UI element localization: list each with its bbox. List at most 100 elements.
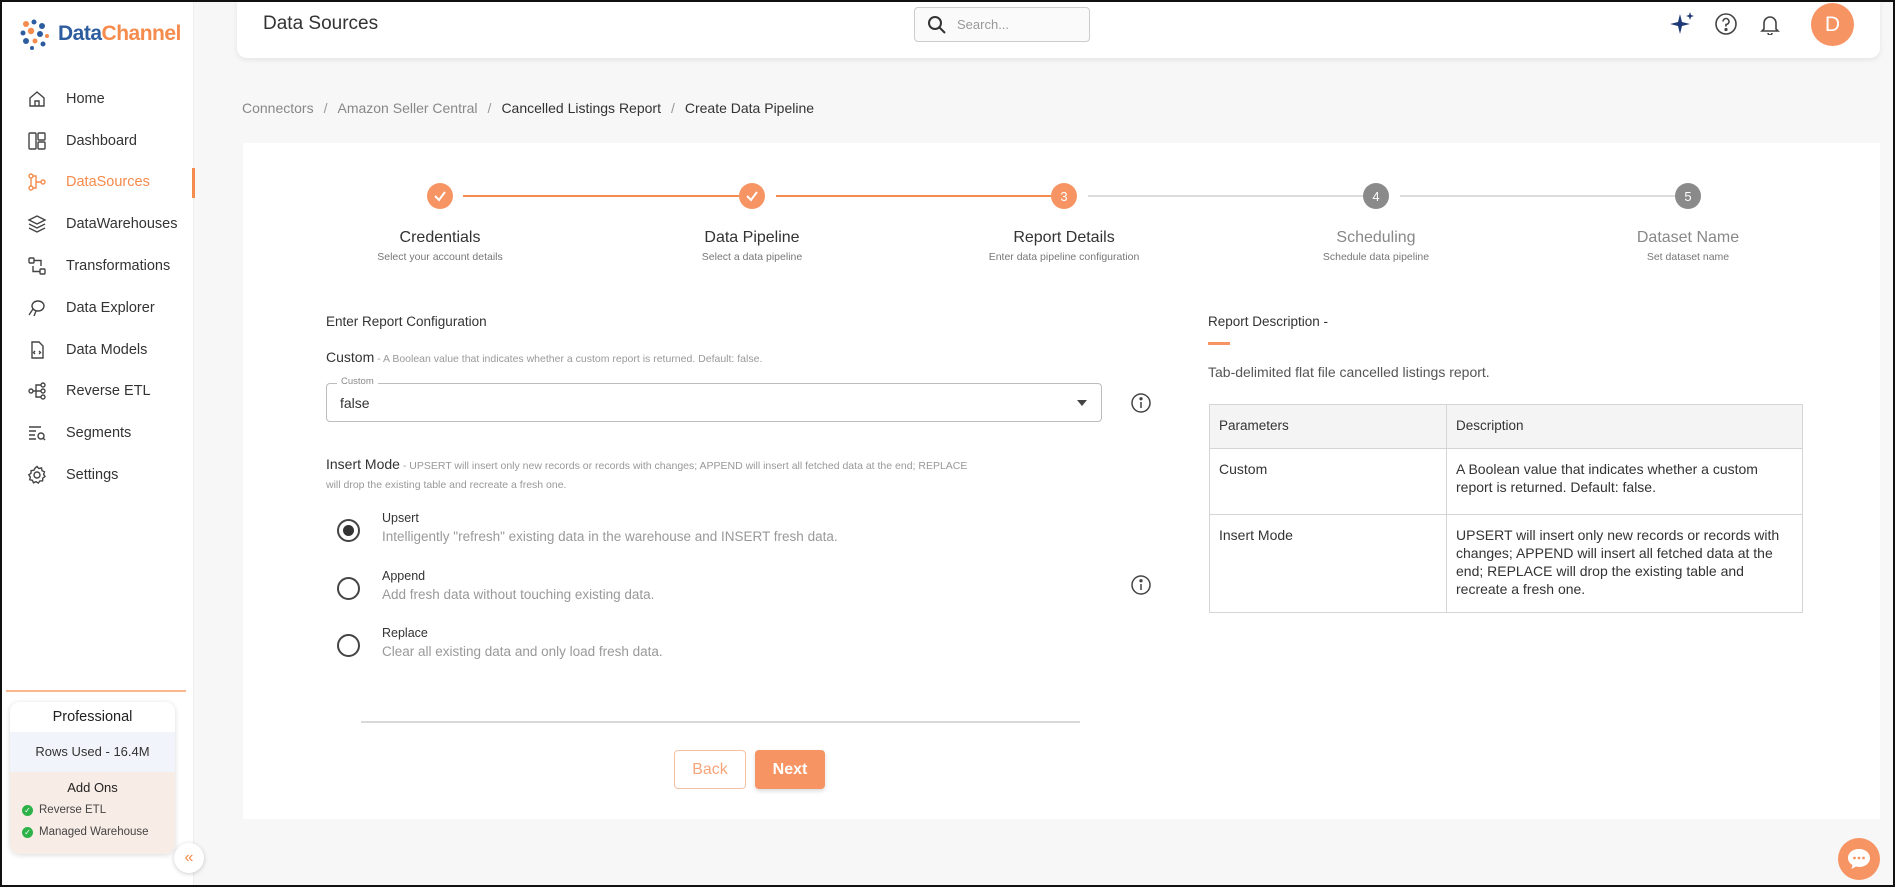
custom-label: Custom [326,349,375,365]
logo-text-data: Data [58,22,102,45]
logo[interactable]: DataChannel [16,16,181,52]
insert-mode-hint-cont: will drop the existing table and recreat… [326,479,567,491]
breadcrumb: Connectors / Amazon Seller Central / Can… [242,100,814,116]
search-icon [928,15,946,34]
chat-button[interactable] [1838,838,1880,880]
sidebar-item-label: Dashboard [66,132,137,149]
insert-mode-heading: Insert Mode - UPSERT will insert only ne… [326,456,1046,494]
sidebar-item-datawarehouses[interactable]: DataWarehouses [0,203,194,245]
transformations-icon [26,255,48,277]
breadcrumb-separator: / [670,100,675,116]
report-description-text: Tab-delimited flat file cancelled listin… [1208,364,1490,380]
breadcrumb-separator: / [487,100,492,116]
back-button[interactable]: Back [674,750,746,789]
step-1-check [427,183,453,209]
step-5-number: 5 [1675,183,1701,209]
sidebar-item-segments[interactable]: Segments [0,412,194,454]
table-cell: UPSERT will insert only new records or r… [1446,514,1803,613]
next-button[interactable]: Next [755,750,825,789]
custom-select[interactable]: Custom false [326,376,1102,422]
page-title: Data Sources [263,13,379,34]
sidebar-item-transformations[interactable]: Transformations [0,245,194,287]
breadcrumb-amazon-seller-central[interactable]: Amazon Seller Central [337,100,477,116]
reverse-etl-icon [26,380,48,402]
step-subtitle: Schedule data pipeline [1322,251,1430,263]
addons-title: Add Ons [67,780,118,795]
radio-append[interactable]: Append Add fresh data without touching e… [337,569,937,609]
help-button[interactable] [1712,10,1740,38]
sidebar-item-reverse-etl[interactable]: Reverse ETL [0,371,194,413]
check-icon [746,191,758,202]
breadcrumb-connectors[interactable]: Connectors [242,100,314,116]
sidebar-item-dashboard[interactable]: Dashboard [0,120,194,162]
sidebar-item-label: DataSources [66,174,150,191]
sidebar-item-label: Home [66,90,105,107]
dashboard-icon [26,130,48,152]
custom-field-heading: Custom - A Boolean value that indicates … [326,349,762,365]
logo-text: DataChannel [58,22,181,46]
radio-label: Append [382,569,426,583]
sidebar-item-label: Transformations [66,258,171,275]
radio-description: Add fresh data without touching existing… [382,587,655,602]
user-avatar[interactable]: D [1811,3,1854,46]
radio-label: Replace [382,626,428,640]
sidebar-item-label: Data Models [66,341,148,358]
custom-select-label: Custom [337,376,378,387]
step-subtitle: Select a data pipeline [701,251,803,263]
section-title: Enter Report Configuration [326,314,487,329]
bell-icon [1760,16,1780,35]
parameters-table: Parameters Description Custom A Boolean … [1209,404,1803,613]
chat-bubble-icon [1848,849,1870,869]
collapse-sidebar-button[interactable]: « [174,843,204,873]
sidebar: DataChannel Home Dashboard DataSources D… [0,0,195,887]
table-cell: Insert Mode [1209,514,1447,613]
check-circle-icon: ✓ [22,826,33,838]
radio-unselected-icon[interactable] [337,634,360,657]
step-subtitle: Enter data pipeline configuration [988,251,1140,263]
step-connector-pending [1088,195,1374,197]
top-header: Data Sources D [237,0,1880,58]
sidebar-item-label: Settings [66,467,119,484]
search-input[interactable] [957,17,1077,32]
step-title: Report Details [1013,229,1115,246]
table-row: Insert Mode UPSERT will insert only new … [1209,514,1803,613]
sidebar-item-data-explorer[interactable]: Data Explorer [0,287,194,329]
plan-card: Professional Rows Used - 16.4M Add Ons ✓… [10,702,175,854]
sidebar-item-data-models[interactable]: Data Models [0,329,194,371]
step-3-number: 3 [1051,183,1077,209]
sidebar-item-label: DataWarehouses [66,216,178,233]
radio-unselected-icon[interactable] [337,577,360,600]
sidebar-item-home[interactable]: Home [0,78,194,120]
check-circle-icon: ✓ [22,804,33,816]
step-connector-done [463,195,749,197]
radio-upsert[interactable]: Upsert Intelligently "refresh" existing … [337,511,937,551]
insert-mode-hint: - UPSERT will insert only new records or… [399,460,968,472]
info-icon[interactable] [1130,392,1152,414]
main-panel: 3 4 5 Credentials Select your account de… [243,143,1880,819]
breadcrumb-cancelled-listings-report[interactable]: Cancelled Listings Report [501,100,661,116]
datawarehouses-icon [26,213,48,235]
radio-selected-icon[interactable] [337,519,360,542]
sidebar-divider [6,690,186,692]
table-header: Parameters [1209,404,1447,449]
sidebar-item-datasources[interactable]: DataSources [0,162,195,204]
plan-rows-used: Rows Used - 16.4M [10,732,175,772]
help-circle-icon [1715,13,1737,35]
sidebar-nav: Home Dashboard DataSources DataWarehouse… [0,78,195,496]
info-icon[interactable] [1130,574,1152,596]
ai-sparkle-button[interactable] [1668,10,1696,38]
logo-icon [20,19,49,50]
notifications-button[interactable] [1756,10,1784,38]
radio-label: Upsert [382,511,419,525]
sidebar-item-settings[interactable]: Settings [0,454,194,496]
search-box[interactable] [914,7,1090,42]
addon-item: ✓ Managed Warehouse [10,821,175,843]
home-icon [26,88,48,110]
step-4-number: 4 [1363,183,1389,209]
sparkle-icon [1670,12,1694,34]
sidebar-item-label: Data Explorer [66,299,155,316]
check-icon [434,191,446,202]
step-connector-pending [1400,195,1686,197]
radio-replace[interactable]: Replace Clear all existing data and only… [337,626,937,666]
step-title: Credentials [399,229,481,246]
